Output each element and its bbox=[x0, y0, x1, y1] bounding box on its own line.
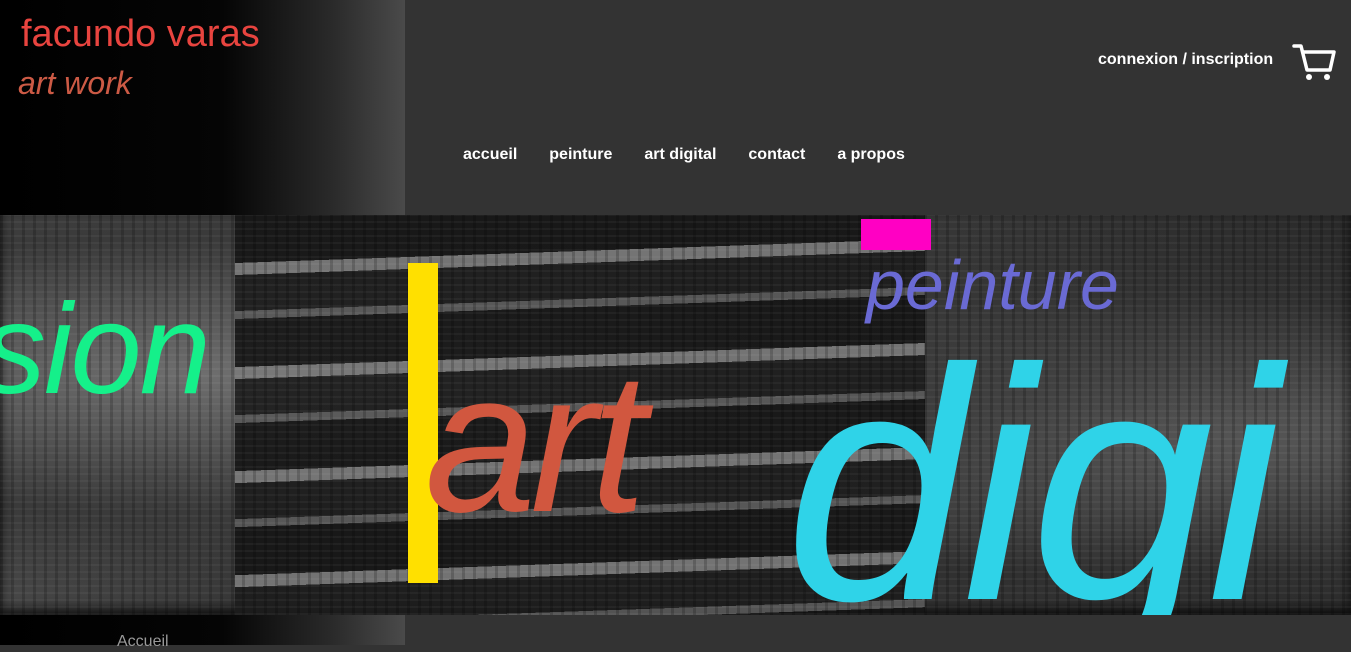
nav-item-peinture[interactable]: peinture bbox=[549, 145, 612, 165]
hero-word-digi: digi bbox=[785, 300, 1281, 616]
nav-item-art-digital[interactable]: art digital bbox=[644, 145, 716, 165]
hero-word-sion: sion bbox=[0, 278, 211, 421]
hero-banner: sion art peinture digi bbox=[0, 215, 1351, 615]
nav-item-a-propos[interactable]: a propos bbox=[837, 145, 905, 165]
site-tagline: art work bbox=[18, 65, 132, 101]
breadcrumb[interactable]: Accueil bbox=[117, 632, 169, 652]
nav-item-contact[interactable]: contact bbox=[748, 145, 805, 165]
main-nav: accueil peinture art digital contact a p… bbox=[463, 145, 905, 165]
login-register-link[interactable]: connexion / inscription bbox=[1098, 50, 1273, 70]
nav-item-accueil[interactable]: accueil bbox=[463, 145, 517, 165]
site-title[interactable]: facundo varas bbox=[21, 12, 260, 56]
hero-word-art: art bbox=[425, 331, 646, 554]
cart-icon[interactable] bbox=[1292, 40, 1336, 82]
header-bar bbox=[405, 0, 1351, 215]
